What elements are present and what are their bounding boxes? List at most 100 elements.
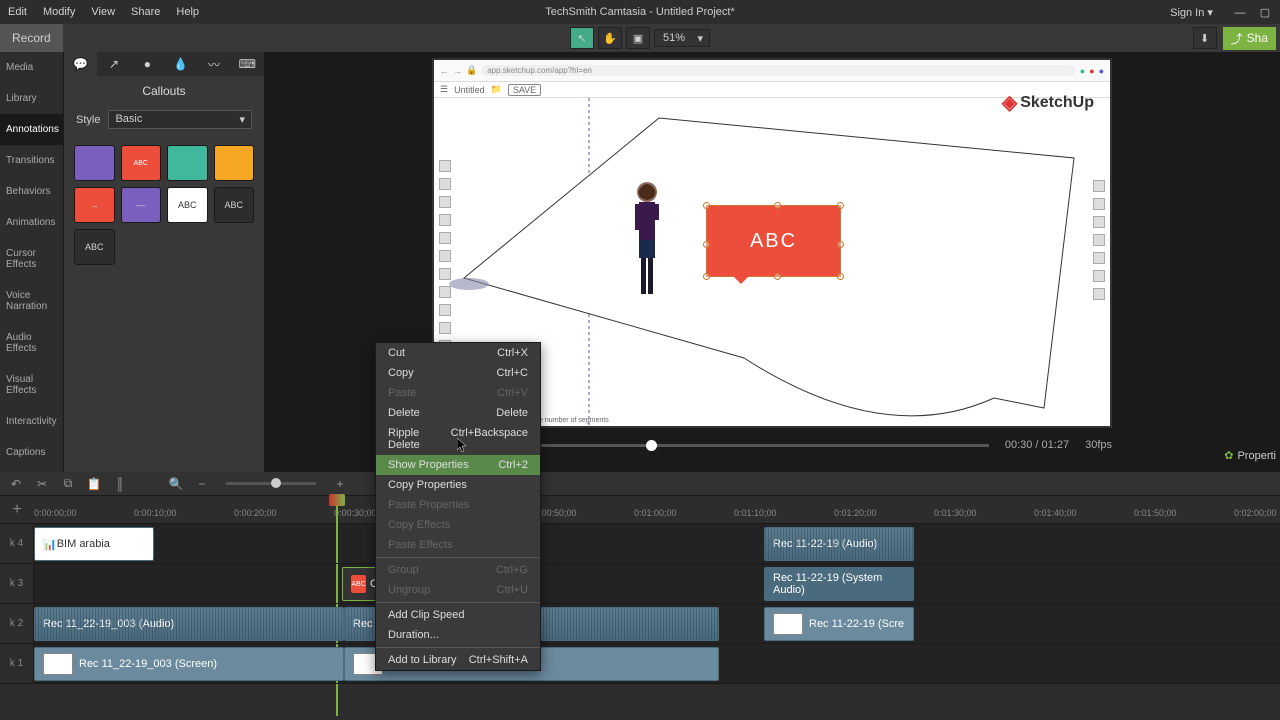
untitled-label: Untitled (454, 85, 485, 95)
tab-sketch-icon[interactable]: 〰 (197, 52, 230, 76)
ctx-group: GroupCtrl+G (376, 560, 540, 580)
clip-system-audio[interactable]: Rec 11-22-19 (System Audio) (764, 567, 914, 601)
callout-thumb[interactable]: ABC (167, 187, 208, 223)
sidebar-item-behaviors[interactable]: Behaviors (0, 176, 63, 207)
toolbar: Record ↖ ✋ ▣ 51% ▾ ⬇ ⤴ Sha (0, 24, 1280, 52)
add-track-icon[interactable]: + (12, 501, 21, 519)
track-head[interactable]: k 4 (0, 524, 34, 563)
clip-audio[interactable]: Rec 11-22-19 (Audio) (764, 527, 914, 561)
tab-callouts-icon[interactable]: 💬 (64, 52, 97, 76)
callout-bubble[interactable]: ABC (706, 205, 841, 277)
seek-bar[interactable] (470, 444, 989, 447)
sidebar-item-transitions[interactable]: Transitions (0, 145, 63, 176)
track-head[interactable]: k 2 (0, 604, 34, 643)
ctx-copy[interactable]: CopyCtrl+C (376, 363, 540, 383)
callout-thumb[interactable]: → (74, 187, 115, 223)
ctx-duration[interactable]: Duration... (376, 625, 540, 645)
sidebar-item-voice-narration[interactable]: Voice Narration (0, 280, 63, 322)
zoom-out-icon[interactable]: − (194, 477, 210, 491)
context-menu: CutCtrl+X CopyCtrl+C PasteCtrl+V DeleteD… (375, 342, 541, 671)
ctx-delete[interactable]: DeleteDelete (376, 403, 540, 423)
clip-audio[interactable]: Rec 11_22-19_003 (Audio) (34, 607, 344, 641)
ctx-cut[interactable]: CutCtrl+X (376, 343, 540, 363)
paste-icon[interactable]: 📋 (86, 477, 102, 491)
menu-view[interactable]: View (91, 6, 115, 18)
folder-icon: 📁 (491, 84, 502, 95)
sidebar-item-visual-effects[interactable]: Visual Effects (0, 364, 63, 406)
callout-thumb[interactable]: ABC (74, 229, 115, 265)
callout-thumb[interactable]: ABC (121, 145, 162, 181)
select-tool-icon[interactable]: ↖ (570, 27, 594, 49)
ctx-paste-effects: Paste Effects (376, 535, 540, 555)
sidebar-item-cursor-effects[interactable]: Cursor Effects (0, 238, 63, 280)
sidebar-item-audio-effects[interactable]: Audio Effects (0, 322, 63, 364)
annotations-panel: 💬 ↗ ● 💧 〰 ⌨ Callouts Style Basic ▾ ABC →… (64, 52, 264, 472)
ctx-ungroup: UngroupCtrl+U (376, 580, 540, 600)
track-head[interactable]: k 1 (0, 644, 34, 683)
window-title: TechSmith Camtasia - Untitled Project* (545, 6, 735, 18)
timeline-ruler[interactable]: + 0:00:00;00 0:00:10;00 0:00:20;00 0:00:… (0, 496, 1280, 524)
style-select[interactable]: Basic ▾ (108, 110, 252, 129)
undo-icon[interactable]: ↶ (8, 477, 24, 491)
callout-thumb[interactable]: — (121, 187, 162, 223)
minimize-icon[interactable]: — (1233, 7, 1247, 19)
zoom-icon: 🔍 (168, 477, 184, 491)
callout-thumb[interactable] (74, 145, 115, 181)
copy-icon[interactable]: ⧉ (60, 476, 76, 491)
cut-icon[interactable]: ✂ (34, 477, 50, 491)
person-figure (629, 180, 665, 300)
zoom-slider[interactable] (226, 482, 316, 485)
tab-blur-icon[interactable]: 💧 (164, 52, 197, 76)
crop-tool-icon[interactable]: ▣ (626, 27, 650, 49)
zoom-select[interactable]: 51% ▾ (654, 29, 710, 47)
ctx-add-clip-speed[interactable]: Add Clip Speed (376, 605, 540, 625)
tab-shapes-icon[interactable]: ● (131, 52, 164, 76)
sidebar-item-media[interactable]: Media (0, 52, 63, 83)
track-head[interactable]: k 3 (0, 564, 34, 603)
save-button: SAVE (508, 84, 541, 96)
clip-screen[interactable]: Rec 11-22-19 (Scre (764, 607, 914, 641)
hand-tool-icon[interactable]: ✋ (598, 27, 622, 49)
sidebar-item-library[interactable]: Library (0, 83, 63, 114)
ctx-copy-properties[interactable]: Copy Properties (376, 475, 540, 495)
sidebar-item-captions[interactable]: Captions (0, 437, 63, 468)
ctx-paste-properties: Paste Properties (376, 495, 540, 515)
lock-icon: 🔒 (466, 65, 477, 76)
sign-in[interactable]: Sign In ▾ (1170, 6, 1213, 19)
download-icon[interactable]: ⬇ (1193, 27, 1217, 49)
clip-logo[interactable]: 📊 BIM arabia (34, 527, 154, 561)
properties-button[interactable]: ✿ Properti (1224, 449, 1276, 462)
callout-text: ABC (750, 230, 797, 253)
sidebar-item-interactivity[interactable]: Interactivity (0, 406, 63, 437)
menu-modify[interactable]: Modify (43, 6, 75, 18)
maximize-icon[interactable]: ▢ (1258, 6, 1272, 19)
menu-help[interactable]: Help (176, 6, 199, 18)
callout-thumb[interactable] (167, 145, 208, 181)
back-icon: ← (440, 66, 449, 76)
hamburger-icon: ☰ (440, 84, 448, 95)
ctx-add-to-library[interactable]: Add to LibraryCtrl+Shift+A (376, 650, 540, 670)
share-button[interactable]: ⤴ Sha (1223, 27, 1276, 50)
panel-title: Callouts (64, 76, 264, 106)
address-bar: app.sketchup.com/app?hl=en (481, 65, 1075, 76)
callout-grid: ABC → — ABC ABC ABC (64, 137, 264, 273)
sidebar: Media Library Annotations Transitions Be… (0, 52, 64, 472)
menu-share[interactable]: Share (131, 6, 160, 18)
callout-thumb[interactable]: ABC (214, 187, 255, 223)
sidebar-item-animations[interactable]: Animations (0, 207, 63, 238)
record-button[interactable]: Record (0, 24, 63, 52)
split-icon[interactable]: ║ (112, 477, 128, 491)
menu-edit[interactable]: Edit (8, 6, 27, 18)
fps-display: 30fps (1085, 439, 1112, 451)
clip-screen[interactable]: Rec 11_22-19_003 (Screen) (34, 647, 344, 681)
time-display: 00:30 / 01:27 (1005, 439, 1069, 451)
ctx-copy-effects: Copy Effects (376, 515, 540, 535)
tab-arrow-icon[interactable]: ↗ (97, 52, 130, 76)
callout-thumb[interactable] (214, 145, 255, 181)
cursor-icon (457, 438, 469, 454)
forward-icon: → (453, 66, 462, 76)
sidebar-item-annotations[interactable]: Annotations (0, 114, 63, 145)
tab-keystroke-icon[interactable]: ⌨ (231, 52, 264, 76)
zoom-in-icon[interactable]: + (332, 477, 348, 491)
ctx-show-properties[interactable]: Show PropertiesCtrl+2 (376, 455, 540, 475)
